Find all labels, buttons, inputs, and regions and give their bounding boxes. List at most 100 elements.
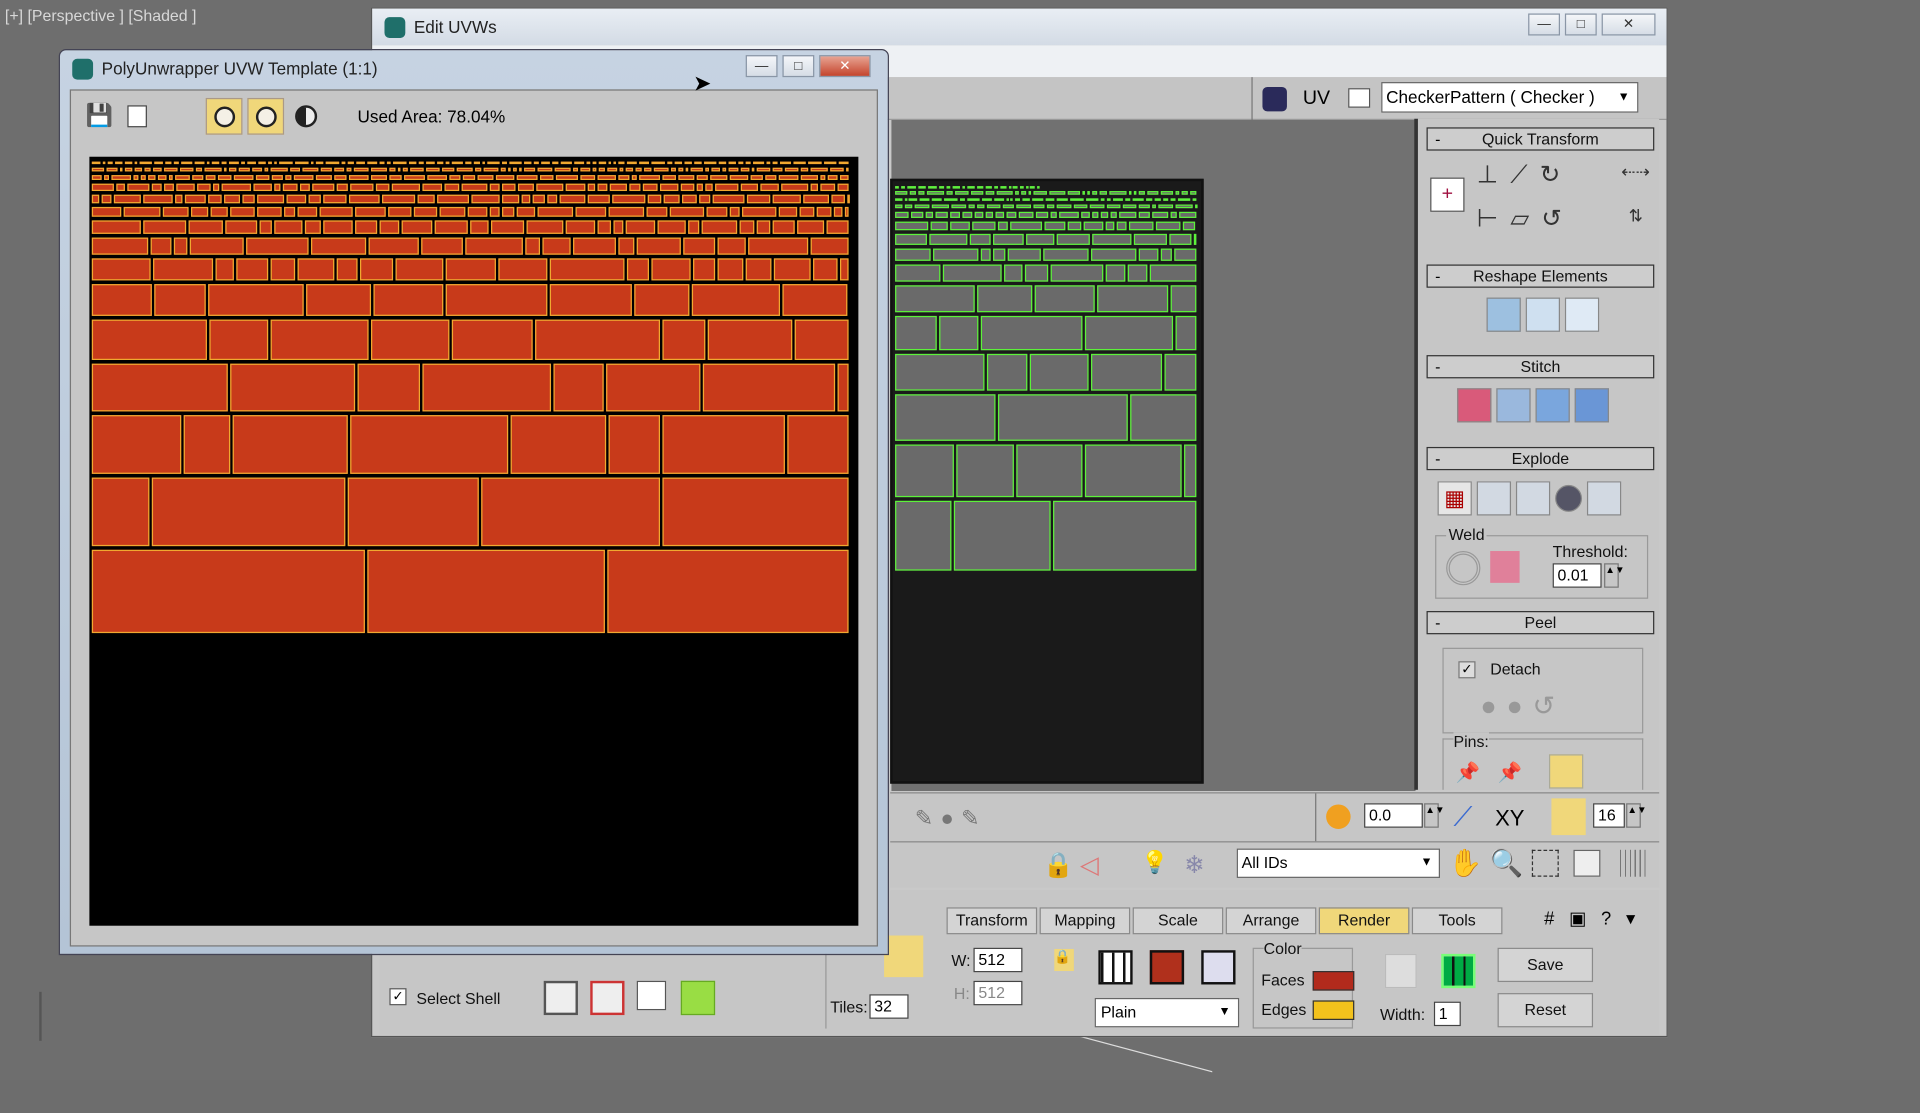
tab-scale[interactable]: Scale	[1132, 907, 1224, 935]
checker-light-icon[interactable]	[884, 935, 924, 978]
hide-icon[interactable]: ◁	[1080, 850, 1099, 881]
detach-checkbox[interactable]: ✓	[1458, 661, 1476, 679]
edges-toggle[interactable]	[247, 97, 285, 135]
relax-icon[interactable]	[1525, 297, 1561, 332]
edges-color-swatch[interactable]	[1312, 1000, 1355, 1021]
tab-render[interactable]: Render	[1318, 907, 1410, 935]
uv-template-canvas[interactable]	[89, 156, 859, 926]
edge-ring-icon[interactable]	[680, 980, 716, 1016]
stitch-target-icon[interactable]	[1535, 388, 1570, 423]
peel-mode-icons[interactable]: ●●↺	[1480, 691, 1565, 723]
bulb-icon[interactable]: 💡	[1141, 850, 1168, 876]
grid-size-spinner[interactable]: ▲▼	[1626, 803, 1647, 828]
absolute-offset-icon[interactable]: ⟋	[1453, 801, 1472, 833]
tiles-input[interactable]: 32	[869, 994, 909, 1019]
axis-toggle[interactable]: XY	[1495, 806, 1524, 832]
quick-transform-header[interactable]: - Quick Transform	[1426, 127, 1655, 151]
contrast-icon[interactable]	[295, 105, 318, 128]
template-minimize-button[interactable]: —	[745, 55, 778, 78]
template-maximize-button[interactable]: □	[782, 55, 815, 78]
pin-icons[interactable]: 📌📌	[1456, 762, 1539, 786]
show-overlap-icon[interactable]	[1384, 953, 1417, 989]
tab-arrange[interactable]: Arrange	[1225, 907, 1317, 935]
uv-island	[717, 237, 746, 255]
tab-transform[interactable]: Transform	[946, 907, 1038, 935]
template-close-button[interactable]: ✕	[819, 55, 871, 78]
grow-selection-icon[interactable]	[543, 980, 578, 1016]
flatten-material-icon[interactable]	[1586, 481, 1622, 516]
stitch-source-icon[interactable]	[1457, 388, 1492, 423]
flatten-icon[interactable]	[1476, 481, 1512, 516]
uv-island	[462, 175, 476, 181]
peel-header[interactable]: - Peel	[1426, 611, 1655, 635]
paint-tools-icons[interactable]: ✎●✎	[915, 806, 987, 832]
edit-uvws-titlebar[interactable]: Edit UVWs — □ ✕	[372, 8, 1667, 46]
panel-options-icons[interactable]: #▣?▾	[1544, 907, 1650, 930]
tab-tools[interactable]: Tools	[1411, 907, 1503, 935]
save-icon[interactable]: 💾	[86, 103, 113, 129]
sphere-icon[interactable]	[1555, 484, 1583, 512]
explode-header[interactable]: - Explode	[1426, 446, 1655, 471]
zoom-extents-icon[interactable]	[1573, 849, 1601, 877]
pan-zoom-icons[interactable]: ✋🔍	[1449, 847, 1531, 879]
options-list-icon[interactable]	[1348, 88, 1371, 108]
render-width-input[interactable]: 512	[973, 947, 1023, 973]
fill-mode-dropdown[interactable]: Plain ▼	[1094, 997, 1240, 1028]
viewport-label[interactable]: [+] [Perspective ] [Shaded ]	[5, 6, 197, 24]
weld-target-icon[interactable]	[1490, 551, 1520, 583]
save-button[interactable]: Save	[1497, 947, 1594, 983]
faces-color-swatch[interactable]	[1312, 971, 1355, 991]
edge-loop-icon[interactable]	[636, 980, 667, 1011]
threshold-spinner[interactable]: ▲▼	[1604, 563, 1625, 588]
faces-toggle[interactable]	[205, 97, 243, 135]
weld-selected-icon[interactable]	[1446, 551, 1481, 586]
select-shell-checkbox[interactable]: ✓	[389, 988, 407, 1006]
reshape-elements-header[interactable]: - Reshape Elements	[1426, 264, 1655, 288]
reset-button[interactable]: Reset	[1497, 993, 1594, 1028]
break-icon[interactable]: ▦	[1437, 481, 1472, 516]
grid-white-icon[interactable]	[1098, 950, 1133, 985]
show-seams-icon[interactable]	[1441, 953, 1476, 989]
uv-label[interactable]: UV	[1303, 88, 1330, 110]
line-width-input[interactable]: 1	[1433, 1001, 1461, 1027]
template-titlebar[interactable]: PolyUnwrapper UVW Template (1:1) — □ ✕	[60, 50, 888, 87]
render-height-input[interactable]: 512	[973, 980, 1023, 1006]
zoom-region-icon[interactable]	[1531, 849, 1559, 877]
space-tools-icons[interactable]: ⊢▱↺	[1477, 204, 1574, 233]
copy-icon[interactable]	[127, 105, 147, 128]
space-vertical-icon[interactable]: ⇅	[1629, 204, 1643, 226]
grid-red-icon[interactable]	[1149, 950, 1185, 985]
shrink-selection-icon[interactable]	[590, 980, 625, 1016]
rotation-spinner[interactable]: ▲▼	[1424, 803, 1445, 828]
texture-dropdown[interactable]: CheckerPattern ( Checker ) ▼	[1381, 82, 1639, 113]
set-pivot-icon[interactable]: +	[1430, 177, 1465, 212]
rotation-icon[interactable]	[1326, 804, 1351, 829]
aspect-lock-icon[interactable]: 🔒	[1054, 948, 1074, 972]
snap-grid-icon[interactable]	[1620, 849, 1647, 877]
uv-island	[1133, 191, 1137, 195]
auto-pin-icon[interactable]	[1548, 754, 1584, 789]
stitch-average-icon[interactable]	[1496, 388, 1531, 423]
uv-island	[955, 191, 969, 195]
maximize-button[interactable]: □	[1564, 13, 1597, 36]
circle-icon[interactable]	[1564, 297, 1600, 332]
close-button[interactable]: ✕	[1601, 13, 1656, 36]
space-horizontal-icon[interactable]: ⇠⇢	[1621, 160, 1650, 182]
freeze-icon[interactable]: ❄	[1184, 850, 1205, 881]
threshold-input[interactable]: 0.01	[1552, 563, 1602, 588]
material-id-dropdown[interactable]: All IDs ▼	[1236, 848, 1441, 878]
stitch-header[interactable]: - Stitch	[1426, 355, 1655, 379]
grid-detail-icon[interactable]	[1201, 950, 1236, 985]
uv-editor-islands[interactable]	[890, 178, 1204, 784]
grid-snap-icon[interactable]	[1551, 798, 1586, 836]
minimize-button[interactable]: —	[1528, 13, 1561, 36]
rotation-value-input[interactable]: 0.0	[1364, 803, 1423, 828]
stitch-custom-icon[interactable]	[1574, 388, 1609, 423]
tab-mapping[interactable]: Mapping	[1039, 907, 1131, 935]
flatten-smoothing-icon[interactable]	[1515, 481, 1551, 516]
lock-icon[interactable]: 🔒	[1043, 850, 1073, 881]
straighten-icon[interactable]	[1486, 297, 1521, 332]
grid-size-input[interactable]: 16	[1593, 803, 1625, 828]
checker-cube-icon[interactable]	[1262, 86, 1287, 112]
align-tools-icons[interactable]: ⊥⟋↻	[1477, 160, 1573, 189]
